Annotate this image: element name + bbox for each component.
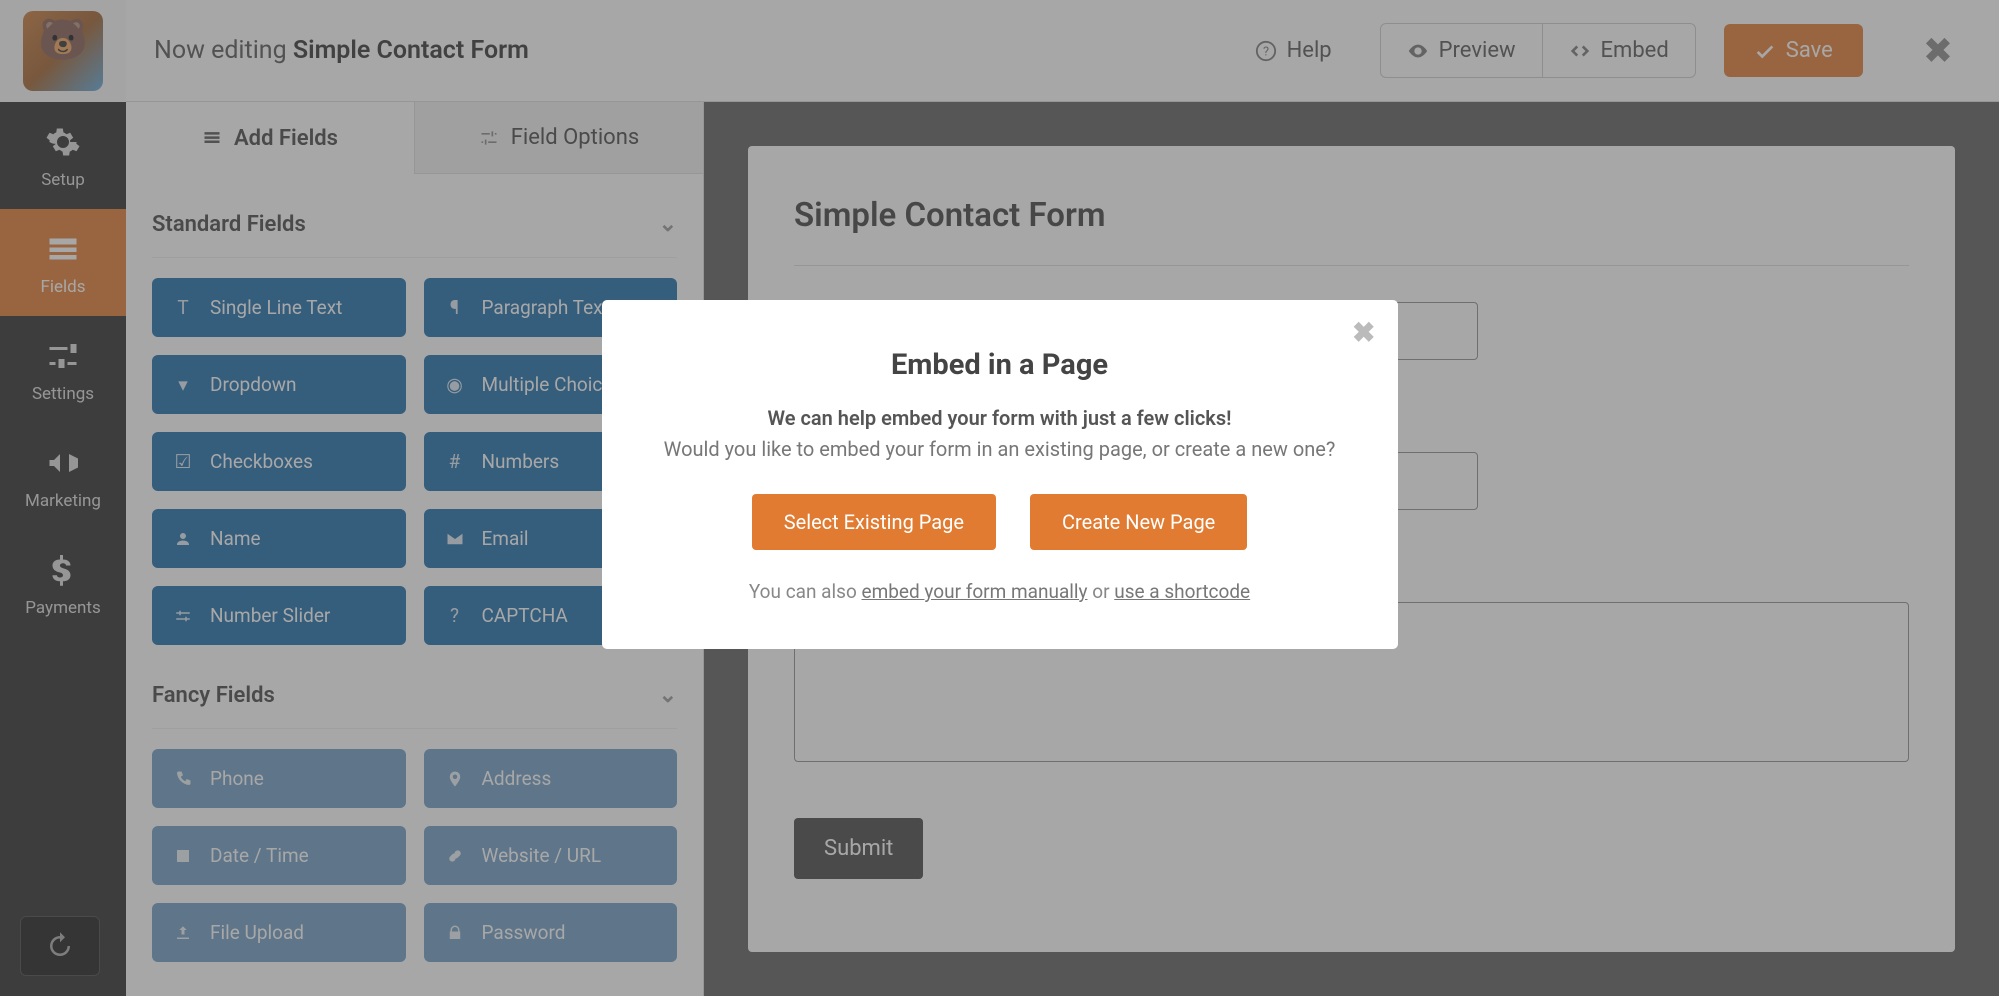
- modal-description: Would you like to embed your form in an …: [654, 434, 1346, 464]
- close-icon: ✖: [1352, 316, 1375, 349]
- create-new-page-button[interactable]: Create New Page: [1030, 494, 1247, 550]
- embed-manually-link[interactable]: embed your form manually: [862, 580, 1088, 603]
- modal-title: Embed in a Page: [654, 348, 1346, 382]
- modal-close-button[interactable]: ✖: [1352, 316, 1375, 349]
- select-existing-page-button[interactable]: Select Existing Page: [752, 494, 996, 550]
- embed-modal: ✖ Embed in a Page We can help embed your…: [602, 300, 1398, 649]
- modal-subtitle: We can help embed your form with just a …: [654, 406, 1346, 430]
- modal-overlay[interactable]: ✖ Embed in a Page We can help embed your…: [0, 0, 1999, 996]
- use-shortcode-link[interactable]: use a shortcode: [1114, 580, 1250, 603]
- modal-footer: You can also embed your form manually or…: [654, 580, 1346, 603]
